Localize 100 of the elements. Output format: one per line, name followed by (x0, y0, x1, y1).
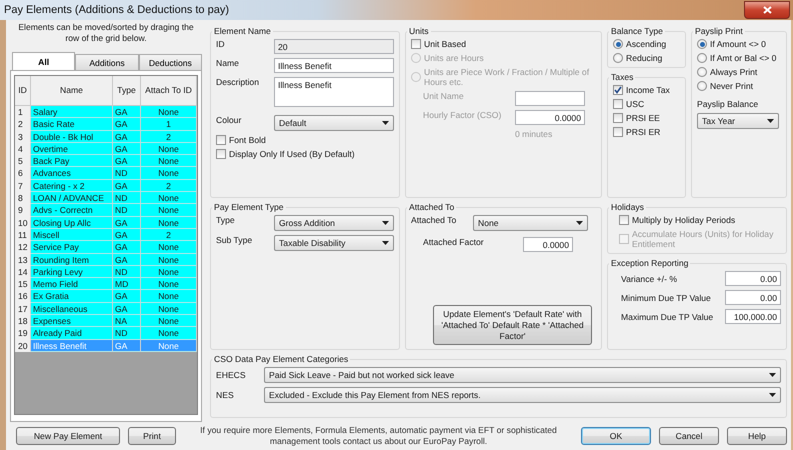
dialog-button[interactable]: Cancel (659, 427, 719, 445)
table-cell: 8 (15, 192, 31, 204)
radio-button[interactable] (613, 53, 623, 63)
table-cell: 6 (15, 167, 31, 180)
table-row[interactable]: 17 Miscellaneous GA None (15, 302, 197, 316)
table-row[interactable]: 20 Illness Benefit GA None (15, 340, 197, 352)
table-cell: NA (113, 315, 141, 328)
group-title: Attached To (408, 202, 456, 212)
table-row[interactable]: 14 Parking Levy ND None (15, 266, 197, 278)
dialog-button[interactable]: Help (727, 427, 787, 445)
table-row[interactable]: 3 Double - Bk Hol GA 2 (15, 130, 197, 143)
table-row[interactable]: 8 LOAN / ADVANCE ND None (15, 192, 197, 204)
checkbox[interactable] (613, 113, 623, 123)
table-cell: Illness Benefit (31, 340, 113, 352)
table-cell: None (141, 340, 197, 352)
dropdown[interactable]: Gross Addition (274, 215, 394, 231)
table-row[interactable]: 15 Memo Field MD None (15, 278, 197, 290)
table-row[interactable]: 2 Basic Rate GA 1 (15, 118, 197, 131)
caret-icon (382, 241, 389, 245)
table-row[interactable]: 12 Service Pay GA None (15, 241, 197, 254)
table-cell: Double - Bk Hol (31, 130, 113, 143)
field-label: Unit Name (423, 91, 465, 101)
table-cell: Memo Field (31, 278, 113, 290)
field-label: Description (216, 77, 260, 87)
checkbox[interactable] (613, 127, 623, 137)
table-row[interactable]: 16 Ex Gratia GA None (15, 290, 197, 303)
checkbox[interactable] (613, 85, 623, 95)
text-field[interactable]: Illness Benefit (274, 58, 394, 73)
toolbar-button[interactable]: New Pay Element (16, 427, 120, 445)
table-cell: Catering - x 2 (31, 180, 113, 192)
checkbox[interactable] (613, 99, 623, 109)
text-field[interactable]: 100,000.00 (725, 309, 781, 324)
table-row[interactable]: 10 Closing Up Allc GA None (15, 216, 197, 229)
text-field[interactable]: 0.00 (725, 271, 781, 286)
table-cell: 18 (15, 315, 31, 328)
text-field[interactable]: Illness Benefit (274, 77, 394, 107)
text-field[interactable] (515, 91, 585, 106)
table-cell: None (141, 302, 197, 316)
table-cell: 2 (15, 118, 31, 131)
dropdown[interactable]: Tax Year (697, 113, 779, 129)
tab[interactable]: All (12, 52, 76, 70)
dropdown[interactable]: Paid Sick Leave - Paid but not worked sick leave (264, 367, 781, 383)
tab[interactable]: Additions (75, 54, 139, 70)
checkbox[interactable] (411, 39, 421, 49)
dropdown[interactable]: Excluded - Exclude this Pay Element from NES reports. (264, 387, 781, 403)
table-cell: None (141, 204, 197, 217)
table-row[interactable]: 9 Advs - Correctn ND None (15, 204, 197, 217)
close-button[interactable] (744, 1, 790, 19)
table-cell: 14 (15, 266, 31, 278)
tab[interactable]: Deductions (138, 54, 202, 70)
table-cell: Salary (31, 106, 113, 118)
table-row[interactable]: 19 Already Paid ND None (15, 327, 197, 340)
radio-label: Units are Hours (424, 53, 484, 63)
toolbar-button[interactable]: Print (128, 427, 176, 445)
table-cell: 4 (15, 142, 31, 156)
close-icon (762, 6, 772, 14)
checkbox[interactable] (216, 135, 226, 145)
table-cell: None (141, 106, 197, 118)
table-cell: GA (113, 340, 141, 352)
field-label: Type (216, 215, 236, 225)
radio-button[interactable] (613, 39, 623, 49)
table-cell: None (141, 327, 197, 340)
field-label: EHECS (216, 370, 247, 380)
table-row[interactable]: 4 Overtime GA None (15, 142, 197, 156)
table-cell: GA (113, 254, 141, 266)
caret-icon (769, 373, 776, 377)
dropdown[interactable]: None (473, 215, 588, 231)
table-row[interactable]: 1 Salary GA None (15, 106, 197, 118)
table-cell: 17 (15, 302, 31, 316)
radio-button[interactable] (697, 67, 707, 77)
radio-button[interactable] (697, 81, 707, 91)
table-cell: Miscell (31, 228, 113, 242)
checkbox[interactable] (216, 149, 226, 159)
caret-icon (769, 393, 776, 397)
table-row[interactable]: 11 Miscell GA 2 (15, 228, 197, 242)
table-cell: GA (113, 216, 141, 229)
checkbox[interactable] (619, 215, 629, 225)
table-row[interactable]: 6 Advances ND None (15, 167, 197, 180)
dialog-button[interactable]: OK (581, 427, 651, 445)
update-rate-button[interactable]: Update Element's 'Default Rate' with 'Attached To' Default Rate * 'Attached Factor' (433, 305, 592, 345)
checkbox-label: Income Tax (626, 85, 670, 95)
table-cell: Closing Up Allc (31, 216, 113, 229)
text-field[interactable]: 0.00 (725, 290, 781, 305)
group-title: CSO Data Pay Element Categories (213, 354, 350, 364)
table-cell: GA (113, 241, 141, 254)
table-row[interactable]: 7 Catering - x 2 GA 2 (15, 180, 197, 192)
radio-label: Reducing (626, 53, 662, 63)
radio-button[interactable] (697, 39, 707, 49)
table-cell: 19 (15, 327, 31, 340)
field-label: Payslip Balance (697, 99, 758, 109)
table-cell: ND (113, 192, 141, 204)
table-row[interactable]: 18 Expenses NA None (15, 315, 197, 328)
table-cell: GA (113, 155, 141, 168)
text-field[interactable]: 0.0000 (523, 237, 573, 252)
dropdown[interactable]: Default (274, 115, 394, 131)
dropdown[interactable]: Taxable Disability (274, 235, 394, 251)
table-row[interactable]: 13 Rounding Item GA None (15, 254, 197, 266)
radio-button[interactable] (697, 53, 707, 63)
table-cell: 1 (141, 118, 197, 131)
table-row[interactable]: 5 Back Pay GA None (15, 155, 197, 168)
